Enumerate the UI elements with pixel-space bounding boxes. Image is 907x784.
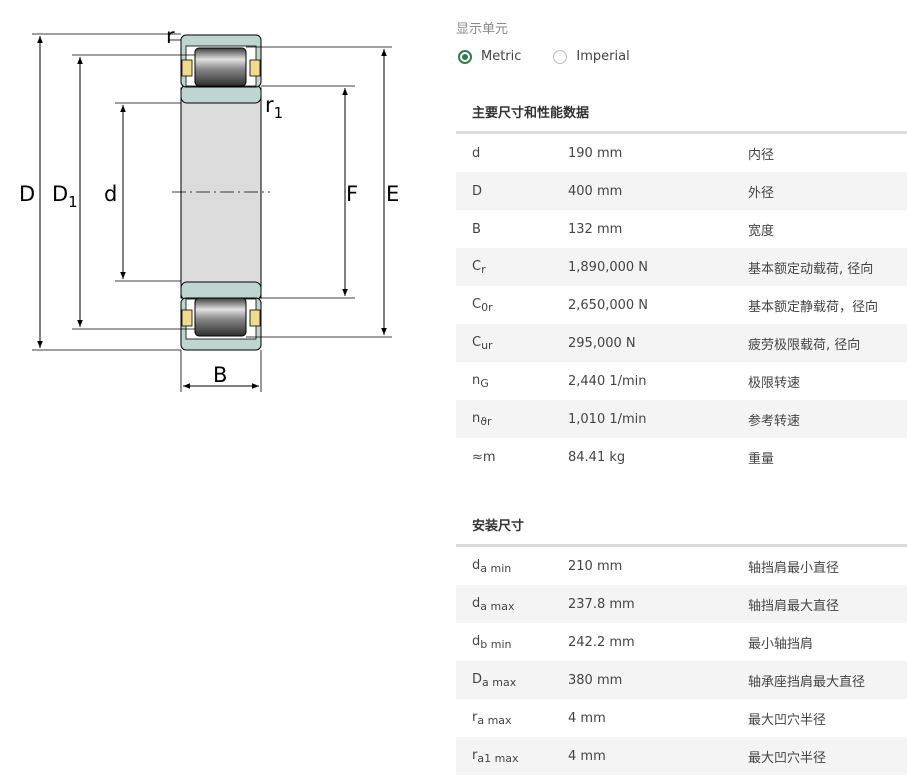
table-row: ra1 max 4 mm 最大凹穴半径	[456, 737, 907, 775]
row-description: 重量	[748, 451, 775, 467]
units-label: 显示单元	[456, 22, 509, 37]
row-symbol: Da max	[472, 671, 517, 689]
mounting-dimensions-title: 安装尺寸	[456, 510, 907, 547]
row-symbol: Cr	[472, 258, 486, 276]
mounting-dimensions-table: da min 210 mm 轴挡肩最小直径 da max 237.8 mm 轴挡肩最大直径…	[456, 547, 907, 775]
row-description: 参考转速	[748, 413, 801, 429]
row-value: 2,440 1/min	[568, 373, 647, 389]
row-value: 237.8 mm	[568, 596, 635, 612]
mounting-dimensions-section: 安装尺寸 da min 210 mm 轴挡肩最小直径 da max 237.8 mm 轴挡…	[456, 510, 907, 775]
row-value: 4 mm	[568, 710, 606, 726]
row-value: 1,010 1/min	[568, 411, 647, 427]
radio-metric-label: Metric	[481, 49, 522, 64]
row-symbol: nϑr	[472, 410, 492, 428]
row-symbol: ra1 max	[472, 747, 519, 765]
row-description: 轴挡肩最大直径	[748, 598, 840, 614]
row-description: 轴挡肩最小直径	[748, 560, 840, 576]
row-symbol: d	[472, 145, 481, 161]
row-description: 轴承座挡肩最大直径	[748, 674, 866, 690]
table-row: Cr 1,890,000 N 基本额定动载荷, 径向	[456, 248, 907, 286]
inner-ring	[180, 84, 262, 301]
row-value: 190 mm	[568, 145, 623, 161]
row-value: 380 mm	[568, 672, 623, 688]
row-description: 最大凹穴半径	[748, 750, 827, 766]
radio-metric[interactable]: Metric	[456, 49, 521, 64]
label-r1: r1	[265, 93, 283, 122]
row-value: 400 mm	[568, 183, 623, 199]
row-symbol: da min	[472, 557, 512, 575]
table-row: Da max 380 mm 轴承座挡肩最大直径	[456, 661, 907, 699]
label-D1: D1	[52, 182, 78, 211]
label-D: D	[19, 182, 35, 206]
table-row: d 190 mm 内径	[456, 134, 907, 172]
row-description: 疲劳极限载荷, 径向	[748, 337, 861, 353]
row-description: 极限转速	[748, 375, 801, 391]
row-symbol: B	[472, 221, 481, 237]
row-value: 84.41 kg	[568, 449, 626, 465]
row-value: 210 mm	[568, 558, 623, 574]
row-value: 242.2 mm	[568, 634, 635, 650]
table-row: da min 210 mm 轴挡肩最小直径	[456, 547, 907, 585]
row-symbol: db min	[472, 633, 512, 651]
outer-ring-top	[180, 34, 262, 88]
units-selector: 显示单元 Metric Imperial	[456, 18, 660, 64]
label-F: F	[346, 182, 358, 206]
main-dimensions-table: d 190 mm 内径 D 400 mm 外径 B 132 mm 宽度 Cr 1,890,000 N…	[456, 134, 907, 476]
label-d: d	[104, 182, 117, 206]
table-row: ra max 4 mm 最大凹穴半径	[456, 699, 907, 737]
row-description: 内径	[748, 147, 775, 163]
row-description: 宽度	[748, 223, 775, 239]
row-symbol: ≈m	[472, 449, 496, 465]
row-value: 295,000 N	[568, 335, 636, 351]
outer-ring-bottom	[180, 297, 262, 351]
label-B: B	[213, 363, 227, 387]
label-E: E	[386, 182, 399, 206]
table-row: db min 242.2 mm 最小轴挡肩	[456, 623, 907, 661]
row-value: 1,890,000 N	[568, 259, 649, 275]
row-value: 2,650,000 N	[568, 297, 649, 313]
row-description: 最大凹穴半径	[748, 712, 827, 728]
row-description: 基本额定静载荷，径向	[748, 299, 879, 315]
row-description: 最小轴挡肩	[748, 636, 814, 652]
row-symbol: C0r	[472, 296, 493, 314]
row-value: 4 mm	[568, 748, 606, 764]
table-row: da max 237.8 mm 轴挡肩最大直径	[456, 585, 907, 623]
main-dimensions-title: 主要尺寸和性能数据	[456, 97, 907, 134]
row-symbol: ra max	[472, 709, 512, 727]
units-radio-group: Metric Imperial	[456, 49, 660, 64]
label-r: r	[166, 24, 175, 48]
row-symbol: Cur	[472, 334, 493, 352]
radio-imperial-label: Imperial	[576, 49, 630, 64]
radio-metric-indicator[interactable]	[458, 49, 472, 64]
main-dimensions-section: 主要尺寸和性能数据 d 190 mm 内径 D 400 mm 外径 B 132 mm 宽度 Cr 1…	[456, 97, 907, 476]
row-symbol: nG	[472, 372, 489, 390]
row-description: 基本额定动载荷, 径向	[748, 261, 874, 277]
row-symbol: D	[472, 183, 483, 199]
radio-imperial-indicator[interactable]	[553, 49, 568, 64]
table-row: nG 2,440 1/min 极限转速	[456, 362, 907, 400]
table-row: nϑr 1,010 1/min 参考转速	[456, 400, 907, 438]
table-row: ≈m 84.41 kg 重量	[456, 438, 907, 476]
row-description: 外径	[748, 185, 775, 201]
table-row: Cur 295,000 N 疲劳极限载荷, 径向	[456, 324, 907, 362]
row-symbol: da max	[472, 595, 515, 613]
table-row: D 400 mm 外径	[456, 172, 907, 210]
radio-imperial[interactable]: Imperial	[551, 49, 630, 64]
row-value: 132 mm	[568, 221, 623, 237]
table-row: B 132 mm 宽度	[456, 210, 907, 248]
table-row: C0r 2,650,000 N 基本额定静载荷，径向	[456, 286, 907, 324]
bearing-diagram: D D1 d r r1 F E B	[19, 24, 399, 392]
